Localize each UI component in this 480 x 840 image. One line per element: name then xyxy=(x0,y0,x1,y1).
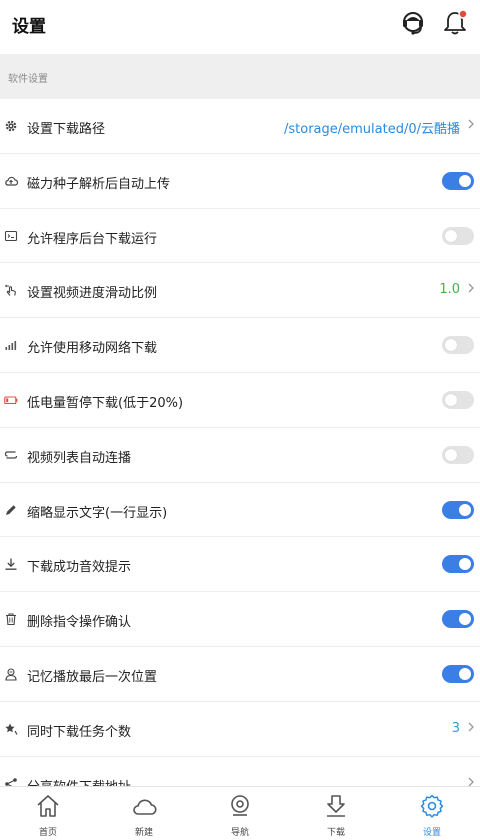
settings-gear-icon xyxy=(420,794,444,818)
toggle-switch[interactable] xyxy=(442,664,474,683)
tab-home[interactable]: 首页 xyxy=(0,787,96,840)
row-label: 同时下载任务个数 xyxy=(27,724,132,740)
chevron-right-icon xyxy=(468,119,474,129)
row-autoplay-list[interactable]: 视频列表自动连播 xyxy=(0,428,480,483)
row-label: 缩略显示文字(一行显示) xyxy=(27,505,168,521)
row-concurrent-tasks[interactable]: 同时下载任务个数 3 xyxy=(0,702,480,757)
tab-label: 新建 xyxy=(134,828,153,838)
row-label: 记忆播放最后一次位置 xyxy=(27,669,158,685)
notification-bell-icon[interactable] xyxy=(440,8,470,38)
page-title: 设置 xyxy=(12,17,46,37)
row-label: 设置视频进度滑动比例 xyxy=(27,286,158,302)
bottom-tab-bar: 首页 新建 导航 下载 设置 xyxy=(0,786,480,840)
memory-person-icon xyxy=(5,668,17,681)
settings-list: 设置下载路径 /storage/emulated/0/云酷播 磁力种子解析后自动… xyxy=(0,99,480,786)
row-share-download-link[interactable]: 分享软件下载地址 xyxy=(0,757,480,786)
home-icon xyxy=(37,795,59,817)
tab-download[interactable]: 下载 xyxy=(288,787,384,840)
chevron-right-icon xyxy=(468,777,474,786)
tab-label: 导航 xyxy=(230,828,249,838)
toggle-switch[interactable] xyxy=(442,226,474,245)
row-remember-position[interactable]: 记忆播放最后一次位置 xyxy=(0,647,480,702)
app-header: 设置 xyxy=(0,0,480,54)
location-icon xyxy=(231,795,249,816)
row-low-battery-pause[interactable]: 低电量暂停下载(低于20%) xyxy=(0,373,480,428)
customer-support-icon[interactable] xyxy=(398,8,428,38)
share-icon xyxy=(5,777,17,786)
tab-label: 下载 xyxy=(326,828,345,838)
cloud-icon xyxy=(133,799,157,815)
row-label: 分享软件下载地址 xyxy=(27,776,131,786)
row-label: 磁力种子解析后自动上传 xyxy=(27,176,171,192)
row-label: 允许使用移动网络下载 xyxy=(27,341,158,357)
toggle-switch[interactable] xyxy=(442,445,474,464)
section-title: 软件设置 xyxy=(8,74,48,85)
chevron-right-icon xyxy=(468,722,474,732)
download-tab-icon xyxy=(327,795,345,817)
loop-icon xyxy=(4,451,18,459)
row-magnet-auto-upload[interactable]: 磁力种子解析后自动上传 xyxy=(0,154,480,209)
row-label: 允许程序后台下载运行 xyxy=(27,231,158,247)
seek-ratio-value: 1.0 xyxy=(439,282,460,298)
row-label: 删除指令操作确认 xyxy=(27,615,132,631)
background-window-icon xyxy=(4,230,18,241)
trash-icon xyxy=(6,613,16,626)
toggle-switch[interactable] xyxy=(442,500,474,519)
pencil-icon xyxy=(6,504,16,515)
battery-low-icon xyxy=(4,396,18,405)
toggle-switch[interactable] xyxy=(442,390,474,409)
section-header: 软件设置 xyxy=(0,54,480,99)
tab-navigation[interactable]: 导航 xyxy=(192,787,288,840)
signal-bars-icon xyxy=(5,341,17,351)
star-pin-icon xyxy=(5,723,18,735)
chevron-right-icon xyxy=(468,283,474,293)
row-label: 视频列表自动连播 xyxy=(27,450,132,466)
row-seek-ratio[interactable]: 设置视频进度滑动比例 1.0 xyxy=(0,263,480,319)
tab-settings[interactable]: 设置 xyxy=(384,787,480,840)
row-label: 下载成功音效提示 xyxy=(27,560,132,576)
row-delete-confirm[interactable]: 删除指令操作确认 xyxy=(0,592,480,647)
swipe-hand-icon xyxy=(5,285,16,297)
toggle-switch[interactable] xyxy=(442,336,474,355)
toggle-switch[interactable] xyxy=(442,555,474,574)
toggle-switch[interactable] xyxy=(442,610,474,629)
row-download-path[interactable]: 设置下载路径 /storage/emulated/0/云酷播 xyxy=(0,99,480,154)
row-background-download[interactable]: 允许程序后台下载运行 xyxy=(0,209,480,264)
row-compact-text[interactable]: 缩略显示文字(一行显示) xyxy=(0,483,480,538)
tab-label: 首页 xyxy=(38,828,57,838)
cloud-upload-icon xyxy=(5,176,18,186)
download-path-value: /storage/emulated/0/云酷播 xyxy=(283,122,460,137)
concurrent-tasks-value: 3 xyxy=(451,720,460,736)
gear-icon xyxy=(5,120,17,132)
tab-label: 设置 xyxy=(422,828,441,838)
row-label: 设置下载路径 xyxy=(27,122,106,137)
row-download-sound[interactable]: 下载成功音效提示 xyxy=(0,537,480,593)
toggle-switch[interactable] xyxy=(442,171,474,190)
row-label: 低电量暂停下载(低于20%) xyxy=(27,395,184,411)
tab-new[interactable]: 新建 xyxy=(96,787,192,840)
row-mobile-network[interactable]: 允许使用移动网络下载 xyxy=(0,318,480,373)
download-icon xyxy=(5,558,17,571)
